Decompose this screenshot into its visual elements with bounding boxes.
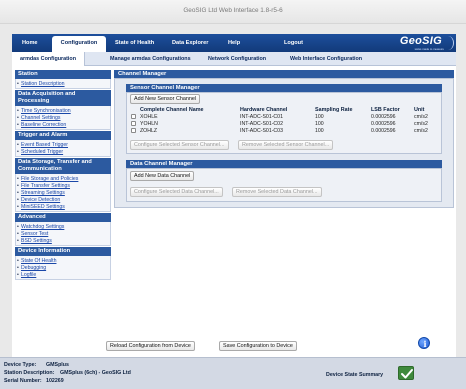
station-description-label: Station Description: bbox=[4, 370, 55, 376]
remove-sensor-channel-button[interactable]: Remove Selected Sensor Channel... bbox=[238, 140, 334, 150]
cell-unit: cm/s2 bbox=[414, 114, 428, 120]
cell-hardware-channel: INT-ADC-S01-C02 bbox=[240, 121, 283, 127]
subnav-network-configuration[interactable]: Network Configuration bbox=[208, 52, 266, 66]
cell-channel-name: YOHLN bbox=[140, 121, 158, 127]
sidebar-section-station: Station bbox=[15, 70, 111, 79]
sidebar: Station Station Description Data Acquisi… bbox=[15, 70, 111, 370]
sidebar-link-sensor-test[interactable]: Sensor Test bbox=[17, 231, 48, 237]
sidebar-link-event-based-trigger[interactable]: Event Based Trigger bbox=[17, 142, 68, 148]
column-sampling-rate: Sampling Rate bbox=[315, 107, 353, 113]
browser-titlebar: GeoSIG Ltd Web Interface 1.8-r5-6 bbox=[0, 0, 466, 24]
data-channel-manager-title: Data Channel Manager bbox=[126, 160, 442, 168]
top-navigation: Home Configuration State of Health Data … bbox=[12, 34, 456, 52]
subnav-armdas-configuration[interactable]: armdas Configuration bbox=[12, 52, 86, 66]
sidebar-link-station-description[interactable]: Station Description bbox=[17, 81, 65, 87]
sidebar-link-bsd-settings[interactable]: BSD Settings bbox=[17, 238, 52, 244]
geosig-logo: GeoSIG swiss made to measure bbox=[398, 34, 454, 52]
cell-hardware-channel: INT-ADC-S01-C03 bbox=[240, 128, 283, 134]
column-unit: Unit bbox=[414, 107, 425, 113]
column-lsb-factor: LSB Factor bbox=[371, 107, 400, 113]
device-type-value: GMSplus bbox=[46, 362, 69, 368]
sidebar-section-trigger-alarm: Trigger and Alarm bbox=[15, 131, 111, 140]
cell-lsb-factor: 0.0002596 bbox=[371, 128, 396, 134]
sidebar-section-data-storage-body: File Storage and Policies File Transfer … bbox=[15, 174, 111, 212]
device-type-label: Device Type: bbox=[4, 362, 37, 368]
cell-lsb-factor: 0.0002596 bbox=[371, 114, 396, 120]
nav-logout[interactable]: Logout bbox=[284, 34, 303, 52]
cell-sampling-rate: 100 bbox=[315, 121, 324, 127]
configure-data-channel-button[interactable]: Configure Selected Data Channel... bbox=[130, 187, 223, 197]
nav-state-of-health[interactable]: State of Health bbox=[115, 34, 154, 52]
channel-manager-title: Channel Manager bbox=[114, 70, 454, 78]
sidebar-section-station-body: Station Description bbox=[15, 79, 111, 89]
sidebar-link-baseline-correction[interactable]: Baseline Correction bbox=[17, 122, 66, 128]
column-hardware-channel: Hardware Channel bbox=[240, 107, 288, 113]
info-icon[interactable] bbox=[418, 337, 431, 350]
sub-navigation: armdas Configuration Manage armdas Confi… bbox=[12, 52, 456, 66]
sidebar-link-time-synchronisation[interactable]: Time Synchronisation bbox=[17, 108, 71, 114]
sidebar-link-channel-settings[interactable]: Channel Settings bbox=[17, 115, 60, 121]
device-state-summary-label: Device State Summary bbox=[326, 372, 384, 378]
cell-unit: cm/s2 bbox=[414, 128, 428, 134]
cell-unit: cm/s2 bbox=[414, 121, 428, 127]
cell-channel-name: XOHLE bbox=[140, 114, 158, 120]
sensor-channel-manager-title: Sensor Channel Manager bbox=[126, 84, 442, 92]
sidebar-section-trigger-alarm-body: Event Based Trigger Scheduled Trigger bbox=[15, 140, 111, 157]
sidebar-section-advanced-body: Watchdog Settings Sensor Test BSD Settin… bbox=[15, 222, 111, 246]
cell-hardware-channel: INT-ADC-S01-C01 bbox=[240, 114, 283, 120]
logo-tagline: swiss made to measure bbox=[414, 47, 444, 51]
sidebar-link-state-of-health[interactable]: State Of Health bbox=[17, 258, 57, 264]
row-checkbox[interactable] bbox=[131, 128, 136, 133]
cell-sampling-rate: 100 bbox=[315, 128, 324, 134]
sidebar-section-device-information: Device Information bbox=[15, 247, 111, 256]
nav-data-explorer[interactable]: Data Explorer bbox=[172, 34, 208, 52]
window-title: GeoSIG Ltd Web Interface 1.8-r5-6 bbox=[183, 7, 283, 14]
sidebar-section-device-information-body: State Of Health Debugging Logfile bbox=[15, 256, 111, 280]
sidebar-link-miniseed-settings[interactable]: MiniSEED Settings bbox=[17, 204, 65, 210]
sidebar-link-scheduled-trigger[interactable]: Scheduled Trigger bbox=[17, 149, 63, 155]
nav-help[interactable]: Help bbox=[228, 34, 240, 52]
logo-swoosh-icon bbox=[442, 36, 454, 50]
subnav-web-interface-configuration[interactable]: Web Interface Configuration bbox=[290, 52, 362, 66]
configure-sensor-channel-button[interactable]: Configure Selected Sensor Channel... bbox=[130, 140, 229, 150]
device-status-footer: Device Type: GMSplus Station Description… bbox=[0, 357, 466, 389]
subnav-manage-configurations[interactable]: Manage armdas Configurations bbox=[110, 52, 191, 66]
sidebar-link-watchdog-settings[interactable]: Watchdog Settings bbox=[17, 224, 64, 230]
sidebar-link-logfile[interactable]: Logfile bbox=[17, 272, 36, 278]
reload-configuration-button[interactable]: Reload Configuration from Device bbox=[106, 341, 195, 351]
sidebar-section-data-storage: Data Storage, Transfer and Communication bbox=[15, 158, 111, 174]
nav-configuration[interactable]: Configuration bbox=[52, 36, 106, 52]
serial-number-label: Serial Number: bbox=[4, 378, 42, 384]
logo-text: GeoSIG bbox=[399, 35, 442, 47]
sidebar-section-advanced: Advanced bbox=[15, 213, 111, 222]
serial-number-value: 102269 bbox=[46, 378, 64, 384]
add-data-channel-button[interactable]: Add New Data Channel bbox=[130, 171, 195, 181]
remove-data-channel-button[interactable]: Remove Selected Data Channel... bbox=[232, 187, 322, 197]
sidebar-link-file-transfer[interactable]: File Transfer Settings bbox=[17, 183, 70, 189]
sidebar-link-device-detection[interactable]: Device Detection bbox=[17, 197, 60, 203]
add-sensor-channel-button[interactable]: Add New Sensor Channel bbox=[130, 94, 201, 104]
status-ok-check-icon[interactable] bbox=[398, 366, 414, 380]
checkmark-icon bbox=[401, 369, 413, 379]
cell-channel-name: ZOHLZ bbox=[140, 128, 158, 134]
cell-lsb-factor: 0.0002596 bbox=[371, 121, 396, 127]
cell-sampling-rate: 100 bbox=[315, 114, 324, 120]
app-window: Home Configuration State of Health Data … bbox=[12, 34, 456, 389]
save-configuration-button[interactable]: Save Configuration to Device bbox=[219, 341, 297, 351]
station-description-value: GMSplus (6ch) - GeoSIG Ltd bbox=[60, 370, 131, 376]
sidebar-link-streaming-settings[interactable]: Streaming Settings bbox=[17, 190, 65, 196]
nav-home[interactable]: Home bbox=[22, 34, 38, 52]
sidebar-link-debugging[interactable]: Debugging bbox=[17, 265, 46, 271]
row-checkbox[interactable] bbox=[131, 121, 136, 126]
sidebar-link-file-storage[interactable]: File Storage and Policies bbox=[17, 176, 78, 182]
main-content: Channel Manager Sensor Channel Manager A… bbox=[114, 70, 454, 370]
sidebar-section-data-acquisition-body: Time Synchronisation Channel Settings Ba… bbox=[15, 106, 111, 130]
row-checkbox[interactable] bbox=[131, 114, 136, 119]
column-channel-name: Complete Channel Name bbox=[140, 107, 204, 113]
sidebar-section-data-acquisition: Data Acquisition and Processing bbox=[15, 90, 111, 106]
